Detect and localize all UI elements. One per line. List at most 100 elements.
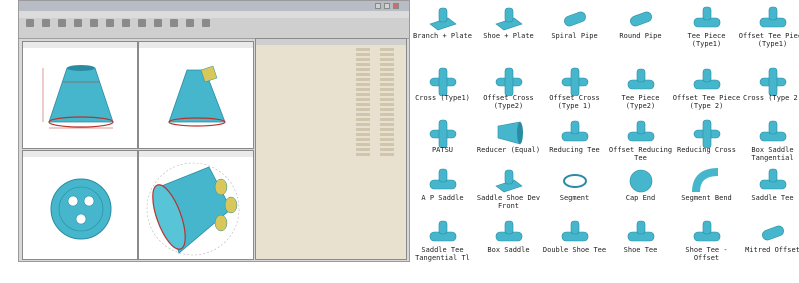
palette-item[interactable]: Segment bbox=[542, 164, 607, 210]
branch-plate-icon bbox=[429, 7, 457, 31]
saddle-tee-tangential-icon bbox=[429, 220, 457, 242]
palette-item[interactable]: Shoe Tee bbox=[608, 216, 673, 262]
toolbar-icon bbox=[26, 19, 34, 27]
palette-item[interactable]: Segment Bend bbox=[674, 164, 739, 210]
palette-item[interactable]: Offset Cross (Type2) bbox=[476, 64, 541, 110]
palette-item[interactable]: Cross (Type 2) bbox=[740, 64, 799, 110]
patsu-icon bbox=[429, 119, 457, 148]
palette-item[interactable]: Offset Tee Piece (Type1) bbox=[738, 2, 799, 48]
toolbar-icon bbox=[186, 19, 194, 27]
spiral-pipe-icon bbox=[564, 11, 586, 27]
data-table-pane[interactable] bbox=[255, 38, 407, 260]
palette-item[interactable]: Saddle Tee bbox=[740, 164, 799, 210]
toolbar-button[interactable] bbox=[55, 19, 69, 36]
toolbar-button[interactable] bbox=[183, 19, 197, 36]
viewport-side-view[interactable] bbox=[138, 41, 254, 149]
palette-item-label: Mitred Offset bbox=[745, 246, 799, 254]
palette-item-label: Reducing Tee bbox=[549, 146, 600, 154]
palette-item-label: Round Pipe bbox=[619, 32, 662, 40]
palette-item-label: Shoe + Plate bbox=[483, 32, 534, 40]
palette-item[interactable]: Offset Reducing Tee bbox=[608, 116, 673, 162]
palette-item[interactable]: Round Pipe bbox=[608, 2, 673, 48]
palette-item[interactable]: A P Saddle bbox=[410, 164, 475, 210]
toolbar-button[interactable] bbox=[151, 19, 165, 36]
shoe-tee-offset-icon bbox=[693, 220, 721, 242]
toolbar-button[interactable] bbox=[167, 19, 181, 36]
cross-type-2-icon bbox=[759, 67, 787, 96]
saddle-shoe-dev-front-icon bbox=[495, 169, 523, 193]
palette-item[interactable]: Box Saddle Tangential bbox=[740, 116, 799, 162]
toolbar bbox=[19, 18, 409, 39]
palette-item[interactable]: Tee Piece (Type2) bbox=[608, 64, 673, 110]
3d-view-drawing bbox=[146, 162, 240, 256]
box-saddle-tangential-icon bbox=[759, 120, 787, 142]
palette-item-label: Cap End bbox=[625, 194, 656, 202]
box-saddle-icon bbox=[495, 220, 523, 242]
palette-item[interactable]: Mitred Offset bbox=[740, 216, 799, 262]
palette-item[interactable]: Spiral Pipe bbox=[542, 2, 607, 48]
palette-item[interactable]: Cap End bbox=[608, 164, 673, 210]
viewport-front-view[interactable] bbox=[22, 41, 138, 149]
palette-item[interactable]: Shoe + Plate bbox=[476, 2, 541, 48]
palette-item[interactable]: Box Saddle bbox=[476, 216, 541, 262]
side-view-drawing bbox=[168, 65, 226, 127]
toolbar-button[interactable] bbox=[39, 19, 53, 36]
front-view-drawing bbox=[42, 65, 114, 129]
toolbar-icon bbox=[74, 19, 82, 27]
palette-item-label: Offset Tee Piece (Type1) bbox=[738, 32, 799, 48]
palette-item-label: Tee Piece (Type1) bbox=[687, 32, 726, 48]
palette-item-label: Offset Tee Piece (Type 2) bbox=[672, 94, 741, 110]
toolbar-icon bbox=[170, 19, 178, 27]
toolbar-button[interactable] bbox=[135, 19, 149, 36]
top-view-drawing bbox=[50, 178, 112, 240]
palette-item[interactable]: Saddle Tee Tangential Tl bbox=[410, 216, 475, 262]
shoe-tee-icon bbox=[627, 220, 655, 242]
reducing-cross-icon bbox=[693, 119, 721, 148]
cap-end-icon bbox=[629, 169, 653, 193]
palette-item[interactable]: Reducing Tee bbox=[542, 116, 607, 162]
palette-item-label: A P Saddle bbox=[421, 194, 464, 202]
offset-reducing-tee-icon bbox=[627, 120, 655, 142]
offset-cross-type-1-icon bbox=[561, 67, 589, 96]
segment-icon bbox=[563, 174, 587, 188]
palette-item-label: Cross (Type1) bbox=[415, 94, 470, 102]
maximize-button[interactable] bbox=[384, 3, 390, 9]
viewport-top-view[interactable] bbox=[22, 150, 138, 260]
offset-tee-piece-type-2-icon bbox=[693, 68, 721, 90]
palette-item[interactable]: Shoe Tee - Offset bbox=[674, 216, 739, 262]
saddle-tee-icon bbox=[759, 168, 787, 190]
palette-item[interactable]: Branch + Plate bbox=[410, 2, 475, 48]
viewport-3d-view[interactable] bbox=[138, 150, 254, 260]
toolbar-icon bbox=[122, 19, 130, 27]
palette-item-label: Tee Piece (Type2) bbox=[621, 94, 660, 110]
cad-application-window bbox=[18, 0, 410, 262]
palette-item-label: Segment Bend bbox=[681, 194, 732, 202]
table-row[interactable] bbox=[256, 152, 406, 157]
palette-item[interactable]: Reducer (Equal) bbox=[476, 116, 541, 162]
table-header bbox=[256, 39, 406, 45]
toolbar-button[interactable] bbox=[71, 19, 85, 36]
palette-item[interactable]: Offset Tee Piece (Type 2) bbox=[672, 64, 741, 110]
palette-item-label: Saddle Tee bbox=[751, 194, 794, 202]
toolbar-button[interactable] bbox=[87, 19, 101, 36]
palette-item-label: Saddle Tee Tangential Tl bbox=[415, 246, 470, 262]
close-button[interactable] bbox=[393, 3, 399, 9]
toolbar-button[interactable] bbox=[103, 19, 117, 36]
toolbar-icon bbox=[90, 19, 98, 27]
toolbar-button[interactable] bbox=[199, 19, 213, 36]
palette-item[interactable]: Reducing Cross bbox=[674, 116, 739, 162]
toolbar-button[interactable] bbox=[119, 19, 133, 36]
palette-item[interactable]: Cross (Type1) bbox=[410, 64, 475, 110]
palette-item[interactable]: Saddle Shoe Dev Front bbox=[476, 164, 541, 210]
toolbar-icon bbox=[202, 19, 210, 27]
toolbar-button[interactable] bbox=[23, 19, 37, 36]
palette-item-label: Box Saddle Tangential bbox=[751, 146, 794, 162]
palette-item[interactable]: PATSU bbox=[410, 116, 475, 162]
palette-item[interactable]: Double Shoe Tee bbox=[542, 216, 607, 262]
palette-item-label: Spiral Pipe bbox=[551, 32, 598, 40]
minimize-button[interactable] bbox=[375, 3, 381, 9]
offset-cross-type2-icon bbox=[495, 67, 523, 96]
palette-item[interactable]: Offset Cross (Type 1) bbox=[542, 64, 607, 110]
palette-item[interactable]: Tee Piece (Type1) bbox=[674, 2, 739, 48]
toolbar-icon bbox=[42, 19, 50, 27]
